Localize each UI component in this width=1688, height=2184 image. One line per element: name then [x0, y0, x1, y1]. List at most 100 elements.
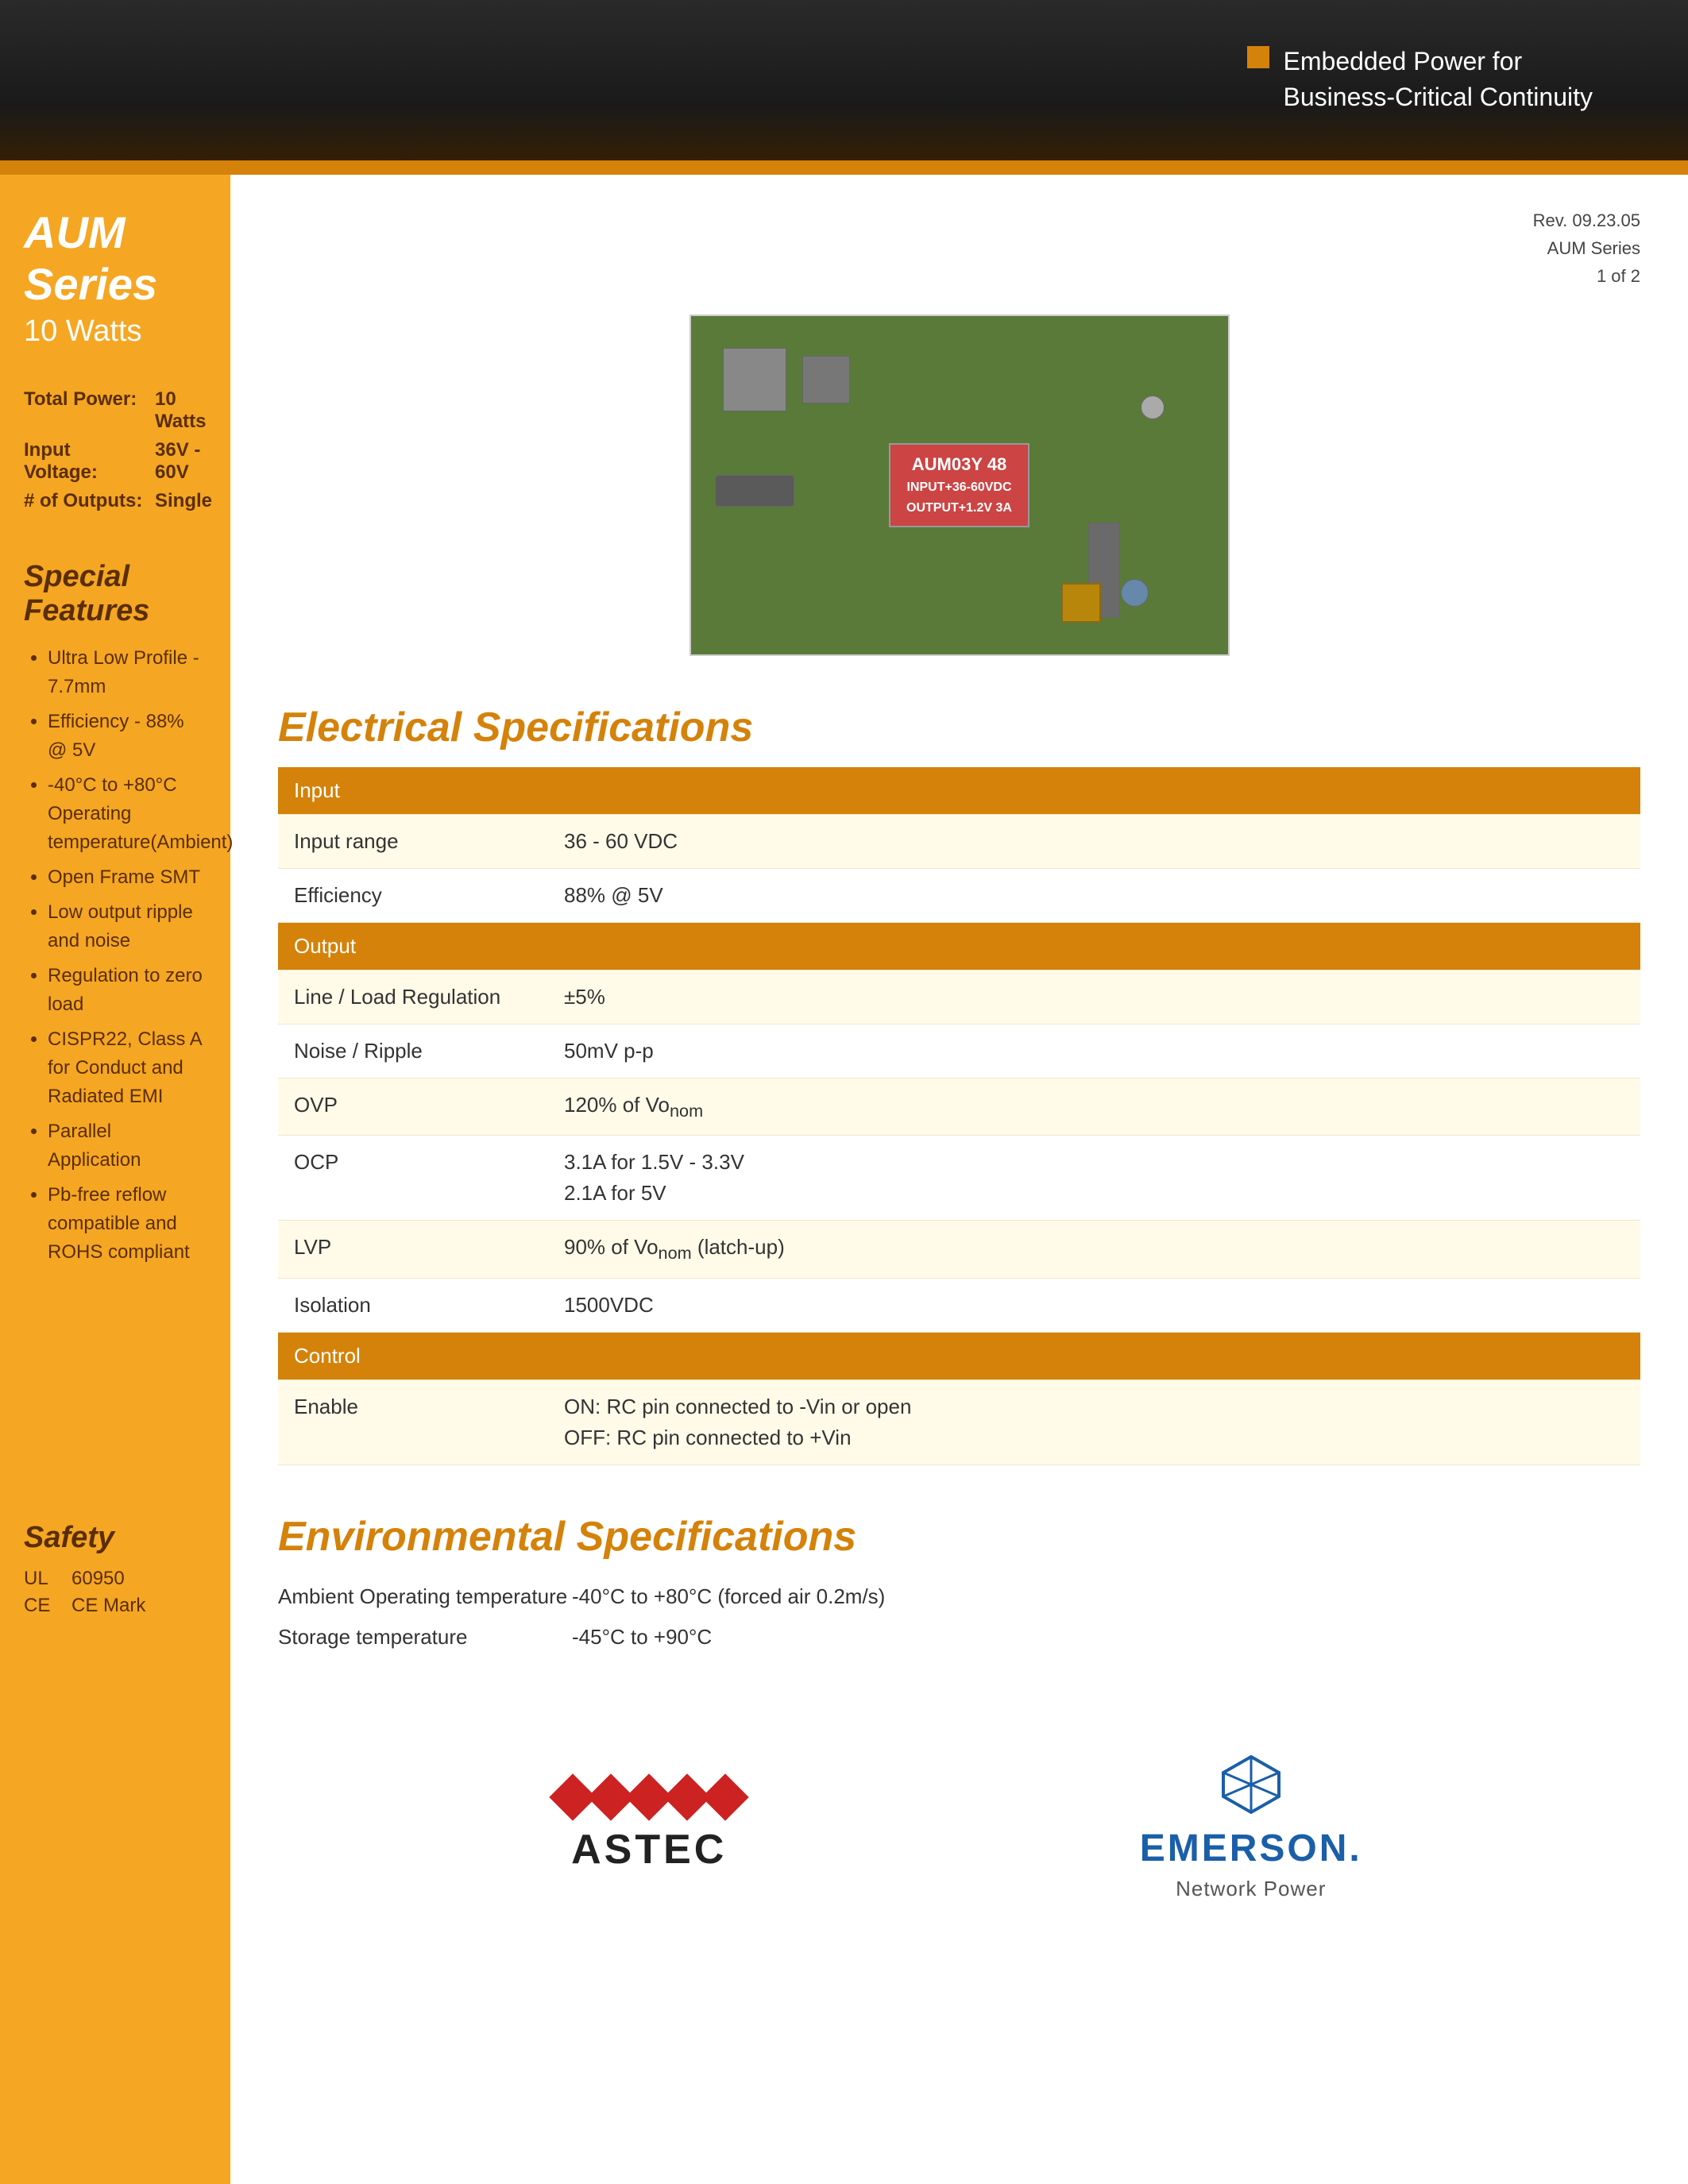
- env-label-storage: Storage temperature: [278, 1617, 572, 1657]
- spec-value-enable: ON: RC pin connected to -Vin or openOFF:…: [548, 1379, 1640, 1464]
- feature-item: Efficiency - 88% @ 5V: [48, 708, 207, 765]
- emerson-svg-icon: [1219, 1753, 1283, 1816]
- spec-label-efficiency: Efficiency: [278, 868, 548, 922]
- content-area: Rev. 09.23.05 AUM Series 1 of 2 AUM03Y 4…: [230, 175, 1688, 2184]
- feature-item: Pb-free reflow compatible and ROHS compl…: [48, 1181, 207, 1267]
- safety-label-ce: CE: [24, 1595, 56, 1617]
- spec-label-power: Total Power:: [24, 388, 147, 433]
- spec-value-outputs: Single: [155, 490, 212, 512]
- spec-label-outputs: # of Outputs:: [24, 490, 147, 512]
- special-features-title: Special Features: [24, 560, 207, 628]
- env-section: Environmental Specifications Ambient Ope…: [278, 1513, 1640, 1657]
- astec-diamond-5: [702, 1773, 749, 1820]
- control-header: Control: [278, 1332, 1640, 1379]
- emerson-sub-text: Network Power: [1176, 1877, 1326, 1901]
- env-row-storage: Storage temperature -45°C to +90°C: [278, 1617, 1640, 1657]
- spec-value-power: 10 Watts: [155, 388, 207, 433]
- astec-diamonds: [556, 1781, 742, 1814]
- header-orange-bar: [0, 160, 1688, 175]
- product-image: AUM03Y 48 INPUT+36-60VDC OUTPUT+1.2V 3A: [689, 314, 1230, 656]
- safety-label-ul: UL: [24, 1568, 56, 1590]
- feature-item: Low output ripple and noise: [48, 898, 207, 955]
- spec-row-voltage: Input Voltage: 36V - 60V: [24, 439, 207, 484]
- spec-value-ovp: 120% of Vonom: [548, 1078, 1640, 1136]
- spec-row-power: Total Power: 10 Watts: [24, 388, 207, 433]
- safety-row-ce: CE CE Mark: [24, 1595, 207, 1617]
- spec-label-input-range: Input range: [278, 814, 548, 868]
- spec-row-input-range: Input range 36 - 60 VDC: [278, 814, 1640, 868]
- spec-label-ovp: OVP: [278, 1078, 548, 1136]
- pcb-label: AUM03Y 48 INPUT+36-60VDC OUTPUT+1.2V 3A: [889, 443, 1029, 527]
- spec-row-ocp: OCP 3.1A for 1.5V - 3.3V2.1A for 5V: [278, 1136, 1640, 1221]
- spec-value-efficiency: 88% @ 5V: [548, 868, 1640, 922]
- output-header-row: Output: [278, 922, 1640, 970]
- product-image-area: AUM03Y 48 INPUT+36-60VDC OUTPUT+1.2V 3A: [278, 314, 1640, 656]
- feature-item: Open Frame SMT: [48, 863, 207, 892]
- rev-series: AUM Series: [278, 234, 1640, 262]
- spec-label-line-load: Line / Load Regulation: [278, 970, 548, 1024]
- sidebar-watts: 10 Watts: [24, 314, 207, 349]
- spec-row-enable: Enable ON: RC pin connected to -Vin or o…: [278, 1379, 1640, 1464]
- series-title: AUM Series: [24, 206, 207, 310]
- feature-item: Ultra Low Profile - 7.7mm: [48, 644, 207, 701]
- spec-value-ocp: 3.1A for 1.5V - 3.3V2.1A for 5V: [548, 1136, 1640, 1221]
- sidebar-specs: Total Power: 10 Watts Input Voltage: 36V…: [24, 388, 207, 512]
- brand-icon: [1247, 46, 1269, 68]
- emerson-logo: EMERSON. Network Power: [1140, 1753, 1362, 1901]
- pcb-visual: AUM03Y 48 INPUT+36-60VDC OUTPUT+1.2V 3A: [691, 316, 1228, 654]
- env-specs-table: Ambient Operating temperature -40°C to +…: [278, 1576, 1640, 1657]
- spec-value-line-load: ±5%: [548, 970, 1640, 1024]
- env-specs-title: Environmental Specifications: [278, 1513, 1640, 1561]
- spec-row-noise-ripple: Noise / Ripple 50mV p-p: [278, 1024, 1640, 1078]
- header-tagline-text: Embedded Power for Business-Critical Con…: [1284, 44, 1593, 115]
- footer-logos: ASTEC EMERSON. Network Power: [278, 1721, 1640, 1933]
- main-layout: AUM Series 10 Watts Total Power: 10 Watt…: [0, 175, 1688, 2184]
- spec-value-voltage: 36V - 60V: [155, 439, 207, 484]
- feature-item: CISPR22, Class A for Conduct and Radiate…: [48, 1025, 207, 1111]
- feature-item: Regulation to zero load: [48, 962, 207, 1019]
- emerson-text: EMERSON.: [1140, 1827, 1362, 1870]
- env-label-ambient: Ambient Operating temperature: [278, 1576, 572, 1617]
- spec-value-isolation: 1500VDC: [548, 1278, 1640, 1332]
- spec-label-noise-ripple: Noise / Ripple: [278, 1024, 548, 1078]
- spec-value-lvp: 90% of Vonom (latch-up): [548, 1221, 1640, 1279]
- features-list: Ultra Low Profile - 7.7mm Efficiency - 8…: [24, 644, 207, 1267]
- feature-item: Parallel Application: [48, 1117, 207, 1175]
- rev-page: 1 of 2: [278, 262, 1640, 290]
- spec-label-lvp: LVP: [278, 1221, 548, 1279]
- sidebar: AUM Series 10 Watts Total Power: 10 Watt…: [0, 175, 230, 2184]
- spec-row-line-load: Line / Load Regulation ±5%: [278, 970, 1640, 1024]
- safety-title: Safety: [24, 1521, 207, 1555]
- control-header-row: Control: [278, 1332, 1640, 1379]
- spec-label-voltage: Input Voltage:: [24, 439, 147, 484]
- emerson-icon: [1219, 1753, 1283, 1816]
- header-tagline: Embedded Power for Business-Critical Con…: [1247, 44, 1593, 115]
- input-header: Input: [278, 767, 1640, 815]
- spec-row-lvp: LVP 90% of Vonom (latch-up): [278, 1221, 1640, 1279]
- env-row-ambient: Ambient Operating temperature -40°C to +…: [278, 1576, 1640, 1617]
- spec-row-ovp: OVP 120% of Vonom: [278, 1078, 1640, 1136]
- output-header: Output: [278, 922, 1640, 970]
- spec-row-isolation: Isolation 1500VDC: [278, 1278, 1640, 1332]
- spec-label-ocp: OCP: [278, 1136, 548, 1221]
- spec-label-isolation: Isolation: [278, 1278, 548, 1332]
- rev-number: Rev. 09.23.05: [278, 206, 1640, 234]
- spec-value-input-range: 36 - 60 VDC: [548, 814, 1640, 868]
- spec-row-outputs: # of Outputs: Single: [24, 490, 207, 512]
- page-header: Embedded Power for Business-Critical Con…: [0, 0, 1688, 175]
- spec-label-enable: Enable: [278, 1379, 548, 1464]
- electrical-specs-table: Input Input range 36 - 60 VDC Efficiency…: [278, 767, 1640, 1465]
- electrical-specs-title: Electrical Specifications: [278, 704, 1640, 751]
- env-value-ambient: -40°C to +80°C (forced air 0.2m/s): [572, 1576, 1640, 1617]
- spec-row-efficiency: Efficiency 88% @ 5V: [278, 868, 1640, 922]
- safety-value-ul: 60950: [71, 1568, 125, 1590]
- safety-value-ce: CE Mark: [71, 1595, 145, 1617]
- astec-text: ASTEC: [571, 1826, 727, 1873]
- spec-value-noise-ripple: 50mV p-p: [548, 1024, 1640, 1078]
- astec-logo: ASTEC: [556, 1781, 742, 1873]
- env-value-storage: -45°C to +90°C: [572, 1617, 1640, 1657]
- input-header-row: Input: [278, 767, 1640, 815]
- feature-item: -40°C to +80°C Operating temperature(Amb…: [48, 771, 207, 857]
- safety-row-ul: UL 60950: [24, 1568, 207, 1590]
- rev-info: Rev. 09.23.05 AUM Series 1 of 2: [278, 206, 1640, 291]
